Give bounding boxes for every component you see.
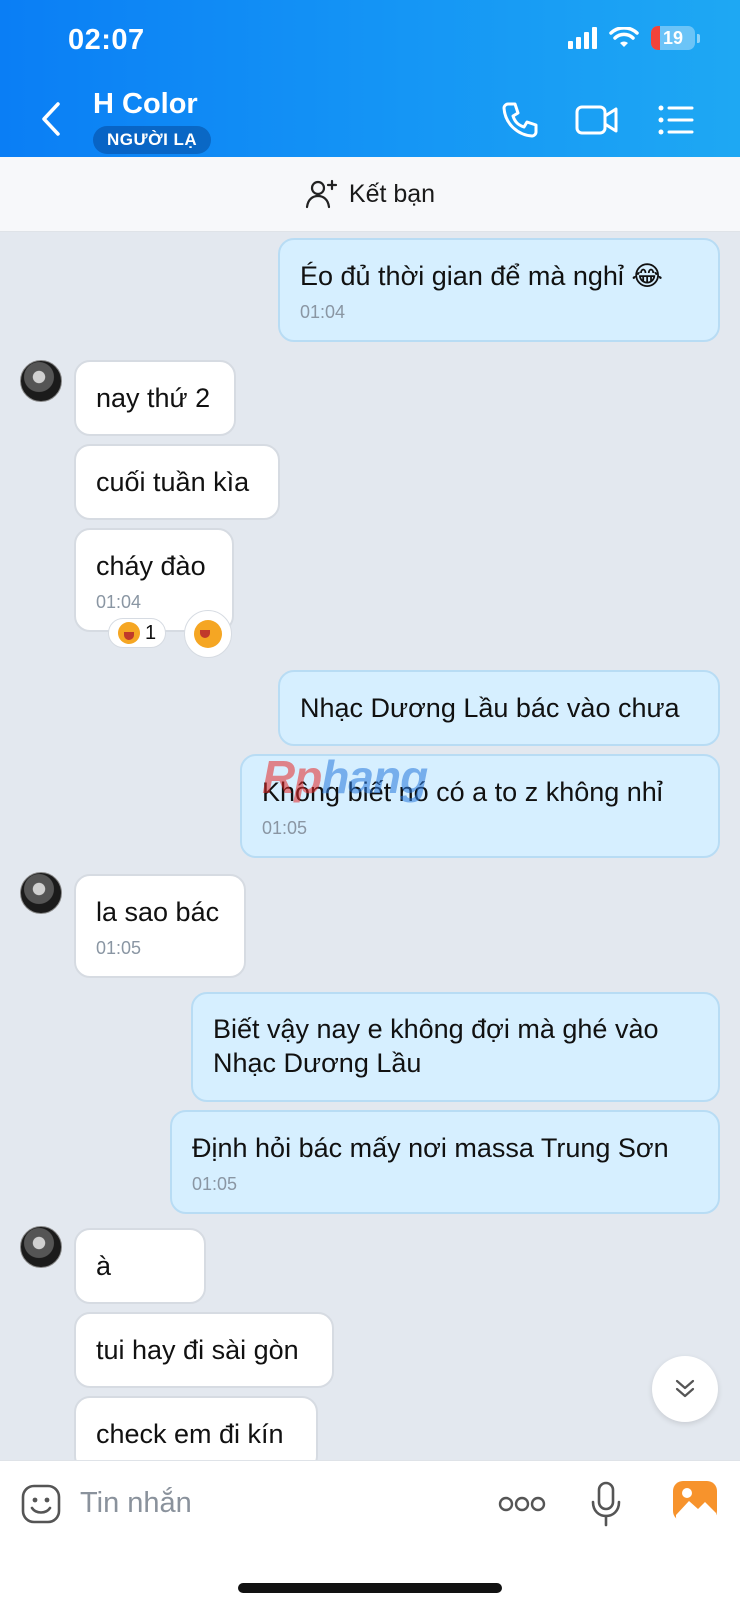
mic-icon[interactable] — [590, 1481, 622, 1527]
message-text-line2: Nhạc Dương Lầu — [213, 1048, 422, 1078]
message-text: Nhạc Dương Lầu bác vào chưa — [300, 693, 680, 723]
message-text: la sao bác — [96, 897, 220, 927]
signal-icon — [568, 27, 597, 49]
avatar[interactable] — [20, 872, 62, 914]
message-text: cháy đào — [96, 551, 206, 581]
message-time: 01:05 — [192, 1174, 238, 1194]
message-input[interactable] — [80, 1475, 460, 1531]
menu-icon[interactable] — [654, 98, 698, 142]
message-text: check em đi kín — [96, 1419, 284, 1449]
message-bubble-incoming[interactable]: cuối tuần kìa — [74, 444, 280, 520]
message-time: 01:05 — [262, 818, 308, 838]
message-text-line1: Biết vậy nay e không đợi mà ghé vào — [213, 1014, 659, 1044]
message-text: cuối tuần kìa — [96, 467, 250, 497]
image-icon[interactable] — [672, 1479, 718, 1523]
battery-level: 19 — [662, 27, 684, 48]
wifi-icon — [609, 27, 639, 47]
message-input-bar — [0, 1460, 740, 1600]
message-bubble-incoming[interactable]: la sao bác 01:05 — [74, 874, 246, 978]
avatar[interactable] — [20, 360, 62, 402]
chat-header: 02:07 19 H Color NGƯỜI LẠ — [0, 0, 740, 157]
message-bubble-incoming[interactable]: nay thứ 2 — [74, 360, 236, 436]
message-bubble-outgoing[interactable]: Nhạc Dương Lầu bác vào chưa — [278, 670, 720, 746]
message-time: 01:04 — [300, 302, 346, 322]
message-text: Không biết nó có a to z không nhỉ — [262, 777, 663, 807]
message-bubble-incoming[interactable]: tui hay đi sài gòn — [74, 1312, 334, 1388]
message-bubble-outgoing[interactable]: Biết vậy nay e không đợi mà ghé vào Nhạc… — [191, 992, 720, 1102]
scroll-down-button[interactable] — [652, 1356, 718, 1422]
reaction-count: 1 — [145, 621, 157, 644]
message-text: nay thứ 2 — [96, 383, 211, 413]
message-list[interactable]: Éo đủ thời gian để mà nghỉ 😂 01:04 nay t… — [0, 232, 740, 1460]
message-text: Éo đủ thời gian để mà nghỉ 😂 — [300, 261, 663, 291]
message-bubble-incoming[interactable]: à — [74, 1228, 206, 1304]
status-icons: 19 — [568, 26, 700, 50]
add-friend-icon — [305, 179, 338, 209]
message-bubble-outgoing[interactable]: Không biết nó có a to z không nhỉ 01:05 — [240, 754, 720, 858]
avatar[interactable] — [20, 1226, 62, 1268]
message-bubble-outgoing[interactable]: Định hỏi bác mấy nơi massa Trung Sơn 01:… — [170, 1110, 720, 1214]
laugh-emoji-icon — [118, 622, 140, 644]
add-friend-label: Kết bạn — [348, 179, 436, 208]
message-text: à — [96, 1251, 112, 1281]
status-time: 02:07 — [68, 24, 145, 56]
message-time: 01:04 — [96, 592, 142, 612]
video-icon[interactable] — [574, 98, 620, 142]
phone-icon[interactable] — [498, 98, 542, 142]
contact-name[interactable]: H Color — [93, 88, 198, 121]
reaction-summary[interactable]: 1 — [108, 618, 167, 648]
scroll-down-icon — [675, 1379, 695, 1398]
more-icon[interactable] — [497, 1489, 547, 1519]
battery-indicator: 19 — [651, 26, 695, 50]
message-time: 01:05 — [96, 938, 142, 958]
message-text: Định hỏi bác mấy nơi massa Trung Sơn — [192, 1133, 669, 1163]
message-text: tui hay đi sài gòn — [96, 1335, 299, 1365]
message-bubble-outgoing[interactable]: Éo đủ thời gian để mà nghỉ 😂 01:04 — [278, 238, 720, 342]
stranger-badge: NGƯỜI LẠ — [93, 126, 212, 154]
message-bubble-incoming[interactable]: check em đi kín — [74, 1396, 318, 1460]
add-friend-bar[interactable]: Kết bạn — [0, 157, 740, 232]
add-reaction-button[interactable] — [184, 610, 232, 658]
emoji-icon[interactable] — [20, 1483, 62, 1525]
back-icon[interactable] — [34, 98, 68, 140]
home-indicator — [238, 1583, 502, 1593]
laugh-emoji-icon — [194, 620, 222, 648]
